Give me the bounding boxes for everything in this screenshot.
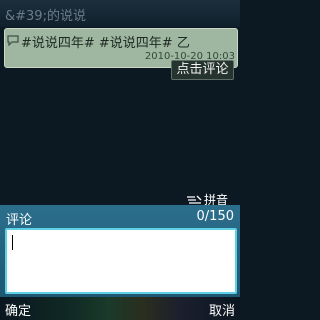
cancel-softkey[interactable]: 取消	[209, 300, 235, 319]
pen-input-icon	[187, 195, 202, 204]
character-counter: 0/150	[196, 209, 234, 224]
comment-input[interactable]	[5, 228, 237, 294]
comment-button[interactable]: 点击评论	[171, 60, 234, 80]
speech-bubble-icon	[7, 35, 19, 46]
softkey-bar: 确定 取消	[0, 297, 240, 320]
comment-label: 评论	[6, 213, 33, 228]
text-caret	[12, 235, 13, 250]
confirm-softkey[interactable]: 确定	[5, 300, 31, 319]
page-title: &#39;的说说	[5, 9, 86, 24]
post-text: #说说四年# #说说四年# 乙	[21, 36, 190, 51]
title-bar: &#39;的说说	[0, 0, 240, 27]
comment-panel: 评论 0/150	[0, 205, 240, 297]
